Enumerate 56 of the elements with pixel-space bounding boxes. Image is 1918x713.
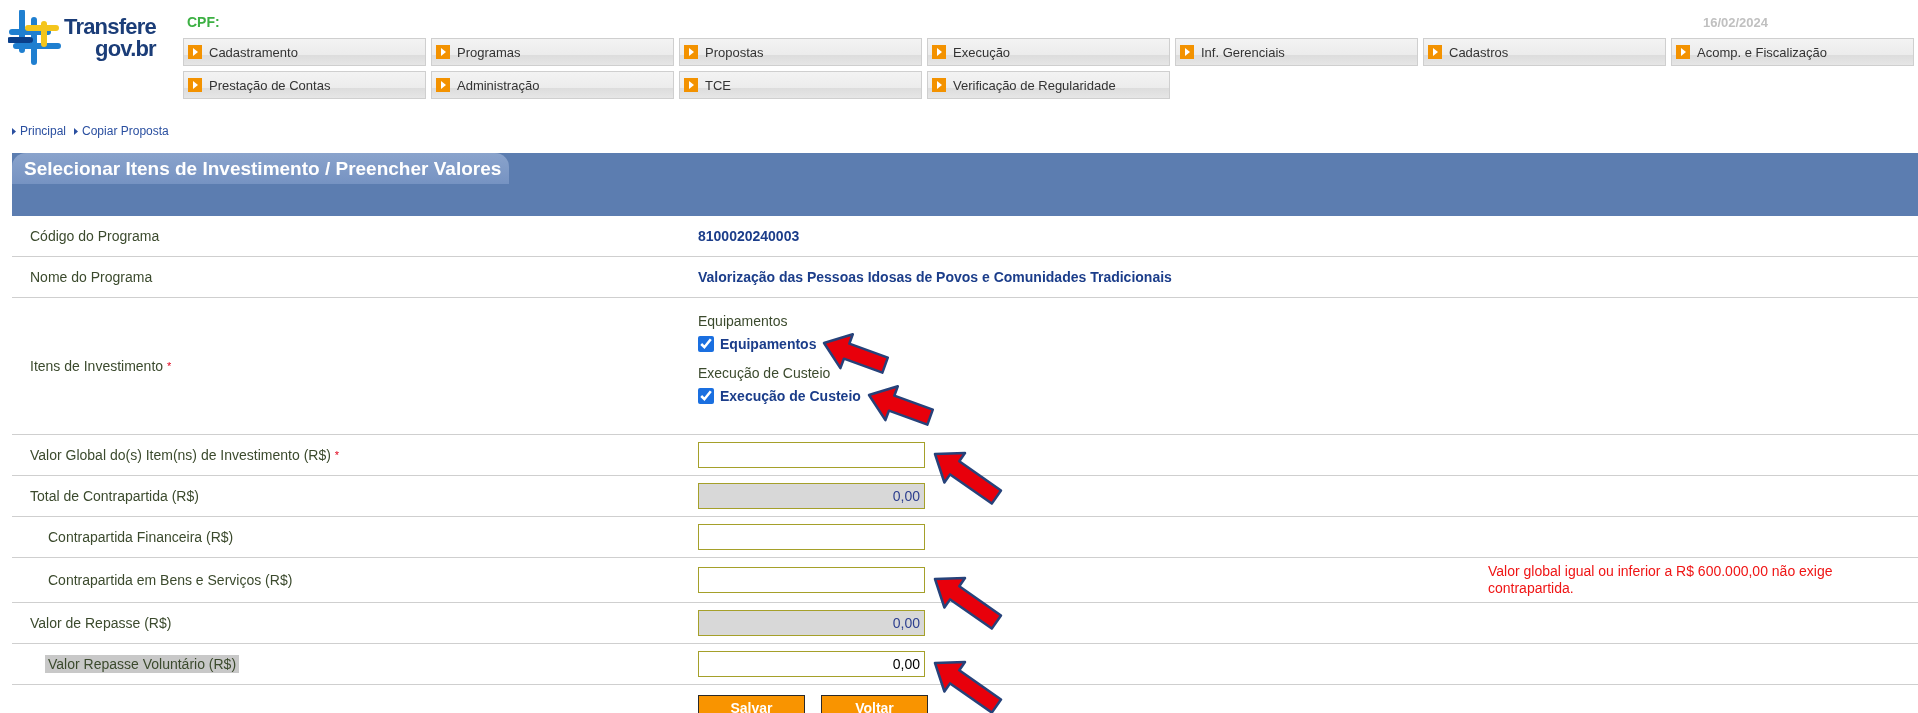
menu-button[interactable]: Prestação de Contas: [183, 71, 426, 99]
menu-button[interactable]: Programas: [431, 38, 674, 66]
checkbox[interactable]: [698, 336, 714, 352]
group-heading: Equipamentos: [698, 312, 789, 331]
current-date: 16/02/2024: [1702, 14, 1768, 30]
checkbox-label[interactable]: Execução de Custeio: [720, 388, 861, 404]
field-value: 8100020240003: [698, 228, 800, 244]
required-mark: *: [167, 360, 172, 372]
input-field[interactable]: [698, 442, 925, 468]
input-field[interactable]: [698, 524, 925, 550]
input-field[interactable]: [698, 567, 925, 593]
field-label: Contrapartida em Bens e Serviços (R$): [47, 572, 293, 588]
field-value: Valorização das Pessoas Idosas de Povos e Comunidades Tradicionais: [698, 269, 1172, 285]
logo-text: Transfere: [64, 16, 156, 38]
field-label: Itens de Investimento: [30, 358, 164, 374]
menu-button[interactable]: TCE: [679, 71, 922, 99]
warning-text: Valor global igual ou inferior a R$ 600.000,00 não exige contrapartida.: [1488, 563, 1834, 597]
logo-text: gov.br: [95, 38, 156, 60]
play-icon: [684, 45, 698, 59]
play-icon: [1180, 45, 1194, 59]
checkbox[interactable]: [698, 388, 714, 404]
input-field[interactable]: 0,00: [698, 651, 925, 677]
field-label: Código do Programa: [29, 228, 160, 244]
field-label: Valor de Repasse (R$): [29, 615, 172, 631]
field-label: Valor Repasse Voluntário (R$): [45, 655, 240, 673]
menu-button[interactable]: Propostas: [679, 38, 922, 66]
play-icon: [1676, 45, 1690, 59]
play-icon: [932, 45, 946, 59]
menu-button[interactable]: Cadastramento: [183, 38, 426, 66]
play-icon: [932, 78, 946, 92]
menu-button[interactable]: Verificação de Regularidade: [927, 71, 1170, 99]
play-icon: [188, 45, 202, 59]
breadcrumb-link[interactable]: Copiar Proposta: [74, 124, 169, 138]
menu-button[interactable]: Cadastros: [1423, 38, 1666, 66]
group-heading: Execução de Custeio: [698, 364, 832, 383]
breadcrumb-link[interactable]: Principal: [12, 124, 67, 138]
field-label: Nome do Programa: [29, 269, 153, 285]
menu-button[interactable]: Administração: [431, 71, 674, 99]
checkbox-label[interactable]: Equipamentos: [720, 336, 817, 352]
field-label: Valor Global do(s) Item(ns) de Investimento (R$): [30, 447, 331, 463]
menu-button[interactable]: Execução: [927, 38, 1170, 66]
play-icon: [1428, 45, 1442, 59]
play-icon: [436, 78, 450, 92]
field-label: Total de Contrapartida (R$): [29, 488, 199, 504]
cpf-label: CPF:: [187, 14, 220, 30]
play-icon: [436, 45, 450, 59]
menu-button[interactable]: Inf. Gerenciais: [1175, 38, 1418, 66]
required-mark: *: [334, 449, 340, 461]
field-label: Contrapartida Financeira (R$): [47, 529, 234, 545]
panel-title: Selecionar Itens de Investimento / Preencher Valores: [12, 153, 510, 184]
triangle-icon: [12, 127, 16, 135]
play-icon: [188, 78, 202, 92]
triangle-icon: [74, 127, 79, 135]
logo-icon: [8, 10, 62, 66]
play-icon: [684, 78, 698, 92]
menu-button[interactable]: Acomp. e Fiscalização: [1671, 38, 1914, 66]
